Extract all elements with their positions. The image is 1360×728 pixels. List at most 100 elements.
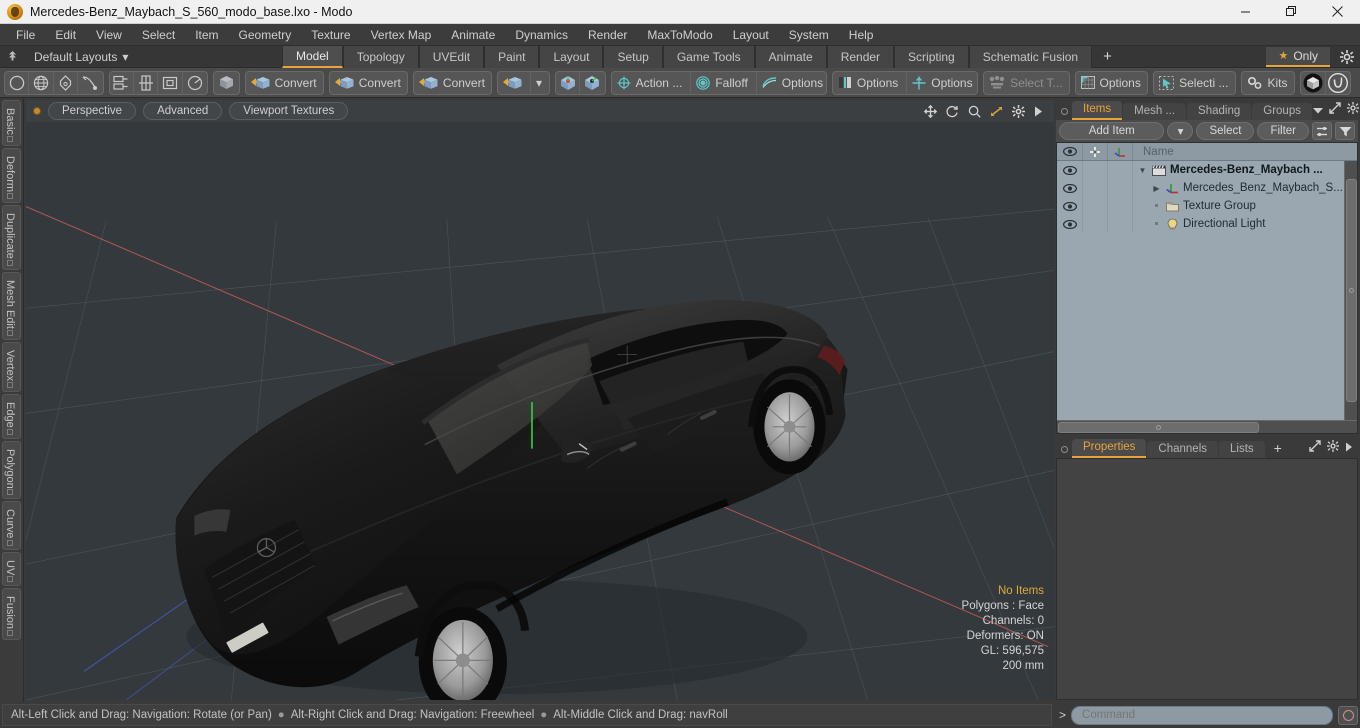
- 3d-viewport[interactable]: X Y Z No Items Polygons : Face Channels:…: [26, 122, 1054, 700]
- gear-icon[interactable]: [1012, 104, 1025, 118]
- filter-button[interactable]: Filter: [1257, 122, 1309, 140]
- menu-item-view[interactable]: View: [86, 26, 132, 44]
- layout-tab-layout[interactable]: Layout: [539, 45, 604, 68]
- rotate-icon[interactable]: [946, 105, 959, 118]
- menu-item-item[interactable]: Item: [185, 26, 228, 44]
- items-list[interactable]: Name ▼ Mercedes-Benz_Maybach ... ▶ Mercedes…: [1056, 142, 1358, 434]
- fit-icon[interactable]: [990, 105, 1003, 118]
- layout-tab-paint[interactable]: Paint: [484, 45, 540, 68]
- panel-menu-dot-icon[interactable]: [1061, 108, 1068, 115]
- viewport-shading-dropdown[interactable]: Advanced: [143, 102, 223, 120]
- convert-caret[interactable]: ▾: [531, 72, 549, 94]
- gear-icon[interactable]: [1346, 102, 1359, 117]
- row-visibility-toggle[interactable]: [1057, 197, 1083, 215]
- row-expander-icon[interactable]: ▶: [1151, 184, 1162, 193]
- unreal-cube-icon[interactable]: [1301, 71, 1326, 94]
- viewport-textures-dropdown[interactable]: Viewport Textures: [229, 102, 349, 120]
- command-history-icon[interactable]: [1338, 705, 1358, 725]
- gear-icon[interactable]: [1334, 49, 1360, 64]
- viewport-menu-dot-icon[interactable]: [33, 107, 41, 115]
- layout-tab-schematic-fusion[interactable]: Schematic Fusion: [968, 45, 1093, 68]
- play-icon[interactable]: [1034, 106, 1043, 117]
- list-options-icon[interactable]: [1312, 122, 1332, 140]
- default-layouts-dropdown[interactable]: Default Layouts ▾: [24, 50, 138, 64]
- selection-set-button[interactable]: Selecti ...: [1154, 72, 1234, 94]
- tool-tab-basic[interactable]: Basic: [2, 100, 21, 146]
- convert-button-1[interactable]: Convert: [246, 72, 323, 94]
- menu-item-system[interactable]: System: [779, 26, 839, 44]
- options-button-2[interactable]: Options: [833, 71, 908, 94]
- menu-item-dynamics[interactable]: Dynamics: [505, 26, 578, 44]
- add-properties-tab-button[interactable]: +: [1266, 440, 1290, 458]
- add-item-button[interactable]: Add Item: [1059, 122, 1165, 140]
- layout-tab-setup[interactable]: Setup: [603, 45, 663, 68]
- items-list-row[interactable]: ▶ Mercedes_Benz_Maybach_S...: [1057, 179, 1357, 197]
- menu-item-animate[interactable]: Animate: [441, 26, 505, 44]
- convert-button-3[interactable]: Convert: [414, 72, 491, 94]
- row-lock-cell[interactable]: [1083, 215, 1108, 233]
- items-list-row[interactable]: ▪ Texture Group: [1057, 197, 1357, 215]
- minimize-button[interactable]: [1222, 0, 1268, 24]
- close-button[interactable]: [1314, 0, 1360, 24]
- curve-tool-icon[interactable]: [78, 72, 102, 94]
- tool-tab-polygon[interactable]: Polygon: [2, 440, 21, 500]
- radial-icon[interactable]: [183, 72, 207, 94]
- expand-icon[interactable]: [1309, 440, 1321, 455]
- panel-tab-mesh[interactable]: Mesh ...: [1123, 103, 1187, 120]
- chevron-down-icon[interactable]: [1312, 103, 1323, 117]
- layout-tree-icon[interactable]: [0, 50, 24, 63]
- workplane-icon[interactable]: [556, 71, 581, 94]
- menu-item-geometry[interactable]: Geometry: [229, 26, 302, 44]
- move-icon[interactable]: [924, 104, 937, 118]
- row-lock-cell[interactable]: [1083, 161, 1108, 179]
- row-visibility-toggle[interactable]: [1057, 215, 1083, 233]
- row-visibility-toggle[interactable]: [1057, 179, 1083, 197]
- options-button-4[interactable]: Options: [1076, 72, 1148, 94]
- properties-body[interactable]: [1056, 458, 1358, 700]
- options-button-3[interactable]: Options: [907, 72, 977, 94]
- circle-primitive-icon[interactable]: [5, 71, 30, 94]
- layout-tab-game-tools[interactable]: Game Tools: [662, 45, 755, 68]
- menu-item-vertex-map[interactable]: Vertex Map: [361, 26, 442, 44]
- row-name-cell[interactable]: ▶ Mercedes_Benz_Maybach_S...: [1133, 182, 1357, 194]
- row-expander-icon[interactable]: ▼: [1137, 166, 1148, 175]
- array-duplicate-icon[interactable]: [110, 71, 135, 94]
- row-axis-cell[interactable]: [1108, 179, 1133, 197]
- panel-tab-items[interactable]: Items: [1072, 101, 1123, 120]
- bevel-icon[interactable]: [158, 71, 183, 94]
- row-axis-cell[interactable]: [1108, 197, 1133, 215]
- tool-tab-deform[interactable]: Deform: [2, 147, 21, 203]
- expand-icon[interactable]: [1329, 102, 1341, 117]
- properties-menu-dot-icon[interactable]: [1061, 446, 1068, 453]
- tool-tab-curve[interactable]: Curve: [2, 501, 21, 550]
- select-through-button[interactable]: Select T...: [984, 72, 1068, 94]
- action-center-button[interactable]: Action ...: [612, 71, 692, 94]
- kits-button[interactable]: Kits: [1242, 72, 1295, 94]
- layout-tab-uvedit[interactable]: UVEdit: [418, 45, 485, 68]
- unreal-engine-icon[interactable]: [1326, 72, 1350, 94]
- falloff-button[interactable]: Falloff: [691, 71, 757, 94]
- options-button-1[interactable]: Options: [757, 72, 826, 94]
- convert-button-2[interactable]: Convert: [330, 72, 407, 94]
- funnel-icon[interactable]: [1335, 122, 1355, 140]
- cube-mesh-icon[interactable]: [214, 72, 238, 94]
- items-list-vertical-scrollbar[interactable]: [1344, 161, 1357, 420]
- tool-tab-mesh-edit[interactable]: Mesh Edit: [2, 271, 21, 340]
- panel-tab-groups[interactable]: Groups: [1252, 103, 1312, 120]
- row-axis-cell[interactable]: [1108, 215, 1133, 233]
- panel-tab-lists[interactable]: Lists: [1219, 441, 1265, 458]
- layout-tab-scripting[interactable]: Scripting: [894, 45, 969, 68]
- row-name-cell[interactable]: ▪ Texture Group: [1133, 200, 1357, 212]
- layout-tab-render[interactable]: Render: [826, 45, 895, 68]
- pen-tool-icon[interactable]: [54, 71, 79, 94]
- menu-item-help[interactable]: Help: [839, 26, 884, 44]
- gear-icon[interactable]: [1327, 440, 1339, 455]
- items-list-horizontal-scrollbar[interactable]: [1057, 420, 1357, 433]
- items-list-row[interactable]: ▪ Directional Light: [1057, 215, 1357, 233]
- row-lock-cell[interactable]: [1083, 179, 1108, 197]
- scrollbar-thumb-h[interactable]: [1058, 421, 1259, 433]
- menu-item-select[interactable]: Select: [132, 26, 185, 44]
- tool-tab-uv[interactable]: UV: [2, 551, 21, 587]
- menu-item-edit[interactable]: Edit: [45, 26, 86, 44]
- row-lock-cell[interactable]: [1083, 197, 1108, 215]
